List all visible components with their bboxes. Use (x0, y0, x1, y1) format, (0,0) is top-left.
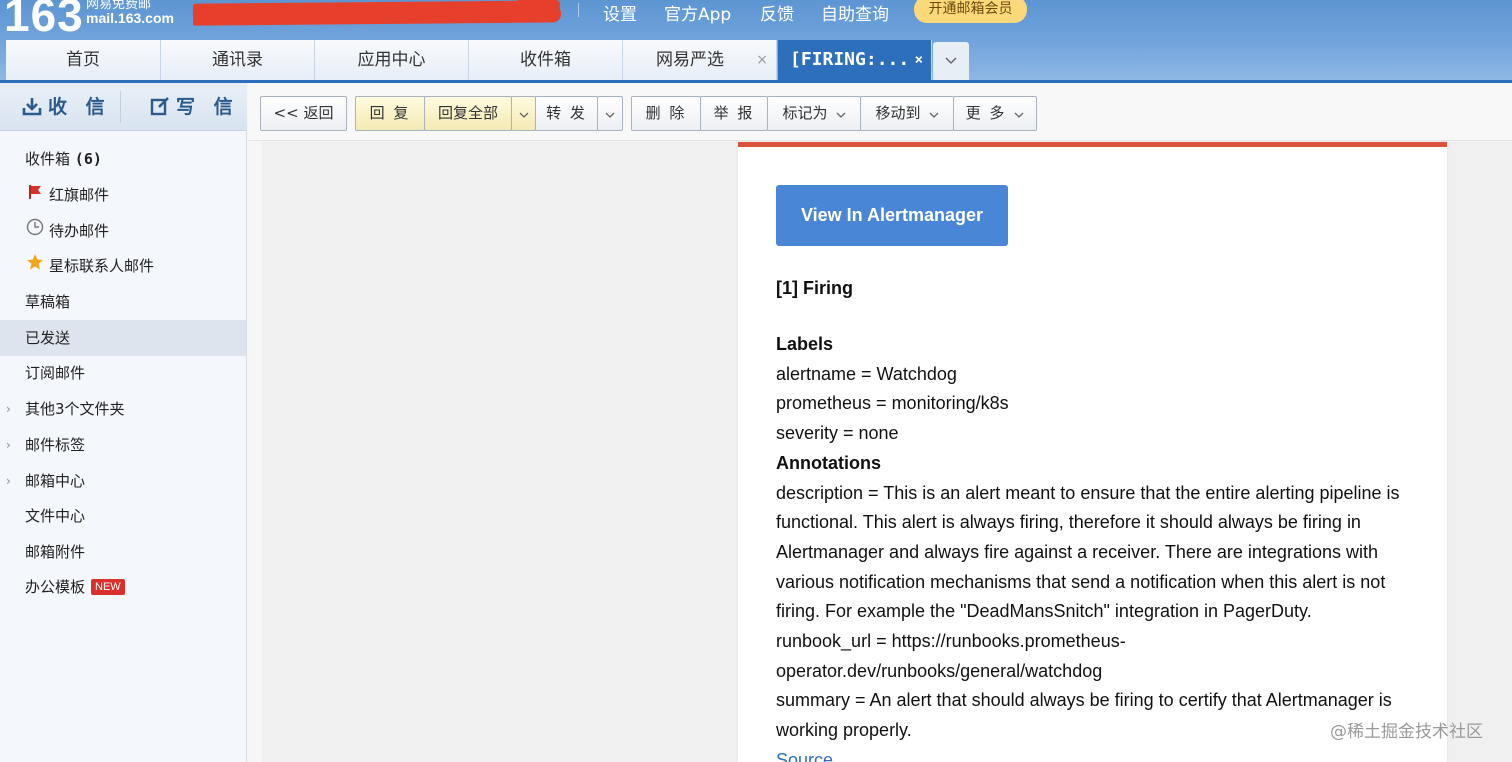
folder-red-flag[interactable]: 红旗邮件 (0, 177, 246, 213)
forward-dropdown[interactable] (597, 96, 623, 131)
chevron-right-icon[interactable]: › (6, 391, 11, 427)
chevron-right-icon[interactable]: › (6, 427, 11, 463)
label-line: alertname = Watchdog (776, 363, 957, 384)
chevron-down-icon (945, 56, 957, 64)
view-in-alertmanager-button[interactable]: View In Alertmanager (776, 185, 1008, 246)
folder-mailbox-center[interactable]: › 邮箱中心 (0, 463, 246, 499)
mail-logo[interactable]: 163 (4, 0, 84, 42)
mark-as-button[interactable]: 标记为 (767, 96, 861, 131)
annotation-line: Alertmanager and always fire against a r… (776, 541, 1378, 562)
annotation-line: summary = An alert that should always be… (776, 690, 1392, 711)
compose-divider (120, 91, 121, 123)
move-to-button[interactable]: 移动到 (860, 96, 954, 131)
annotations-heading: Annotations (776, 452, 881, 473)
firing-heading: [1] Firing (776, 278, 853, 298)
more-button[interactable]: 更 多 (953, 96, 1037, 131)
sidebar: 收 信 写 信 收件箱 (6) 红旗邮件 待办邮件 星标联系人邮件 草稿箱 已发… (0, 83, 247, 762)
annotation-line: runbook_url = https://runbooks.prometheu… (776, 631, 1126, 652)
feedback-link[interactable]: 反馈 (760, 0, 794, 25)
folder-office-templates[interactable]: 办公模板 NEW (0, 569, 246, 605)
annotation-line: functional. This alert is always firing,… (776, 512, 1361, 533)
top-header: 163 网易免费邮 mail.163.com 设置 官方App 反馈 自助查询 … (0, 0, 1512, 82)
clock-icon (25, 213, 45, 249)
reply-all-button[interactable]: 回复全部 (424, 96, 512, 131)
chevron-down-icon (605, 112, 615, 118)
mail-body: View In Alertmanager [1] Firing Labels a… (738, 142, 1447, 762)
chevron-down-icon (836, 112, 845, 118)
delete-button[interactable]: 删 除 (631, 96, 701, 131)
label-line: severity = none (776, 423, 899, 444)
tab-more-button[interactable] (933, 42, 969, 80)
forward-button[interactable]: 转 发 (535, 96, 598, 131)
tab-firing-alert[interactable]: [FIRING:... × (778, 40, 932, 80)
header-divider (578, 3, 579, 17)
settings-link[interactable]: 设置 (603, 0, 637, 25)
folder-file-center[interactable]: 文件中心 (0, 498, 246, 534)
folder-sent[interactable]: 已发送 (0, 320, 246, 356)
reply-button[interactable]: 回 复 (355, 96, 425, 131)
annotation-line: various notification mechanisms that sen… (776, 571, 1386, 592)
reply-all-dropdown[interactable] (511, 96, 536, 131)
close-icon[interactable]: × (915, 40, 923, 80)
download-icon (22, 98, 42, 116)
folder-starred-contacts[interactable]: 星标联系人邮件 (0, 248, 246, 284)
redacted-account (192, 0, 562, 26)
annotation-line: firing. For example the "DeadMansSnitch"… (776, 601, 1312, 622)
tab-app-center[interactable]: 应用中心 (315, 40, 469, 80)
folder-todo[interactable]: 待办邮件 (0, 213, 246, 249)
official-app-link[interactable]: 官方App (664, 0, 731, 25)
mail-toolbar: << 返回 回 复 回复全部 转 发 删 除 举 报 标记为 移动到 更 多 (248, 83, 1512, 141)
labels-heading: Labels (776, 334, 834, 354)
red-flag-icon (25, 177, 45, 213)
receive-mail-button[interactable]: 收 信 (22, 83, 111, 131)
report-button[interactable]: 举 报 (700, 96, 768, 131)
tab-home[interactable]: 首页 (6, 40, 161, 80)
annotation-line: description = This is an alert meant to … (776, 482, 1400, 503)
source-link[interactable]: Source (776, 746, 1416, 762)
tab-contacts[interactable]: 通讯录 (161, 40, 315, 80)
annotation-line: operator.dev/runbooks/general/watchdog (776, 660, 1103, 681)
compose-bar: 收 信 写 信 (0, 83, 247, 131)
alert-details: Labels alertname = Watchdog prometheus =… (776, 330, 1416, 762)
compose-icon (150, 97, 169, 116)
chevron-down-icon (519, 112, 528, 118)
folder-other-folders[interactable]: › 其他3个文件夹 (0, 391, 246, 427)
label-line: prometheus = monitoring/k8s (776, 393, 1009, 414)
annotation-line: working properly. (776, 720, 912, 741)
back-button[interactable]: << 返回 (260, 96, 347, 131)
folder-subscriptions[interactable]: 订阅邮件 (0, 355, 246, 391)
folder-inbox[interactable]: 收件箱 (6) (0, 141, 246, 177)
new-badge: NEW (91, 579, 125, 595)
folder-mail-tags[interactable]: › 邮件标签 (0, 427, 246, 463)
star-icon (25, 248, 45, 284)
vip-membership-button[interactable]: 开通邮箱会员 (914, 0, 1027, 23)
self-service-link[interactable]: 自助查询 (821, 0, 889, 25)
tab-inbox[interactable]: 收件箱 (469, 40, 623, 80)
folder-drafts[interactable]: 草稿箱 (0, 284, 246, 320)
chevron-right-icon[interactable]: › (6, 463, 11, 499)
chevron-down-icon (929, 112, 938, 118)
close-icon[interactable]: × (756, 40, 768, 80)
folder-attachments[interactable]: 邮箱附件 (0, 534, 246, 570)
tab-yanxuan[interactable]: 网易严选 × (623, 40, 777, 80)
compose-button[interactable]: 写 信 (150, 83, 239, 131)
redacted-account-tail (515, 0, 560, 10)
logo-text: 网易免费邮 mail.163.com (86, 0, 174, 26)
chevron-down-icon (1014, 112, 1024, 118)
watermark: @稀土掘金技术社区 (1330, 722, 1483, 742)
unread-count: (6) (74, 150, 102, 168)
